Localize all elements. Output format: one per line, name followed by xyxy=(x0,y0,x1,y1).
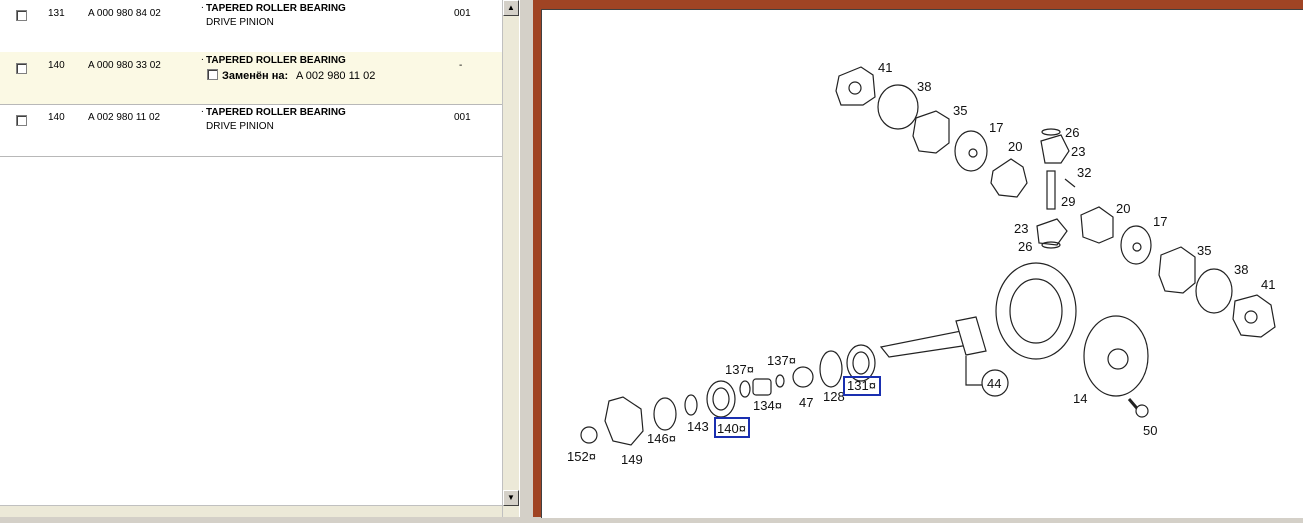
callout-149: 149 xyxy=(621,452,643,467)
callout-47: 47 xyxy=(799,395,813,410)
row-bullet: . xyxy=(201,52,204,63)
part-number: A 000 980 84 02 xyxy=(88,8,161,19)
arrow-up-icon[interactable]: ▲ xyxy=(503,0,519,16)
callout-26: 26 xyxy=(1018,239,1032,254)
callout-152: 152¤ xyxy=(567,449,596,464)
highlight-140[interactable] xyxy=(714,417,750,438)
quantity: 001 xyxy=(454,8,471,19)
callout-41: 41 xyxy=(1261,277,1275,292)
position-number: 140 xyxy=(48,112,65,123)
row-bullet: . xyxy=(201,104,204,115)
arrow-down-icon[interactable]: ▼ xyxy=(503,490,519,506)
callout-35: 35 xyxy=(1197,243,1211,258)
callout-14: 14 xyxy=(1073,391,1087,406)
table-row[interactable]: 140 A 002 980 11 02 . TAPERED ROLLER BEA… xyxy=(0,104,502,157)
callout-50: 50 xyxy=(1143,423,1157,438)
replaced-by-label: Заменён на: xyxy=(222,70,289,82)
parts-list-pane: 131 A 000 980 84 02 . TAPERED ROLLER BEA… xyxy=(0,0,502,517)
part-number: A 002 980 11 02 xyxy=(88,112,161,123)
callout-128: 128 xyxy=(823,389,845,404)
row-bullet: . xyxy=(201,0,204,11)
row-checkbox[interactable] xyxy=(16,10,27,21)
table-row[interactable]: 131 A 000 980 84 02 . TAPERED ROLLER BEA… xyxy=(0,0,502,53)
callout-20: 20 xyxy=(1008,139,1022,154)
horizontal-scrollbar[interactable] xyxy=(0,505,502,517)
position-number: 140 xyxy=(48,60,65,71)
position-number: 131 xyxy=(48,8,65,19)
callout-137: 137¤ xyxy=(725,362,754,377)
callout-29: 29 xyxy=(1061,194,1075,209)
callout-23: 23 xyxy=(1014,221,1028,236)
quantity: - xyxy=(459,60,463,71)
highlight-131[interactable] xyxy=(843,376,881,396)
callout-134: 134¤ xyxy=(753,398,782,413)
callout-17: 17 xyxy=(989,120,1003,135)
part-description: TAPERED ROLLER BEARING xyxy=(206,55,346,66)
replacement-checkbox[interactable] xyxy=(207,69,218,80)
callout-44: 44 xyxy=(987,376,1001,391)
callout-38: 38 xyxy=(1234,262,1248,277)
callout-143: 143 xyxy=(687,419,709,434)
part-subdescription: DRIVE PINION xyxy=(206,121,274,132)
part-description: TAPERED ROLLER BEARING xyxy=(206,3,346,14)
callout-26: 26 xyxy=(1065,125,1079,140)
callout-41: 41 xyxy=(878,60,892,75)
callout-20: 20 xyxy=(1116,201,1130,216)
exploded-parts-diagram[interactable]: 41 38 35 17 20 26 23 32 29 20 17 23 26 3… xyxy=(541,9,1303,518)
callout-38: 38 xyxy=(917,79,931,94)
row-checkbox[interactable] xyxy=(16,63,27,74)
callout-23: 23 xyxy=(1071,144,1085,159)
part-subdescription: DRIVE PINION xyxy=(206,17,274,28)
callout-146: 146¤ xyxy=(647,431,676,446)
row-checkbox[interactable] xyxy=(16,115,27,126)
part-number: A 000 980 33 02 xyxy=(88,60,161,71)
replacement-part-link[interactable]: A 002 980 11 02 xyxy=(296,70,375,82)
vertical-scrollbar[interactable]: ▲ ▼ xyxy=(502,0,519,517)
diagram-svg: 41 38 35 17 20 26 23 32 29 20 17 23 26 3… xyxy=(567,60,1276,467)
table-row-selected[interactable]: 140 A 000 980 33 02 . TAPERED ROLLER BEA… xyxy=(0,52,502,105)
part-description: TAPERED ROLLER BEARING xyxy=(206,107,346,118)
quantity: 001 xyxy=(454,112,471,123)
pane-splitter[interactable] xyxy=(519,0,534,517)
callout-137b: 137¤ xyxy=(767,353,796,368)
callout-17: 17 xyxy=(1153,214,1167,229)
callout-32: 32 xyxy=(1077,165,1091,180)
callout-35: 35 xyxy=(953,103,967,118)
